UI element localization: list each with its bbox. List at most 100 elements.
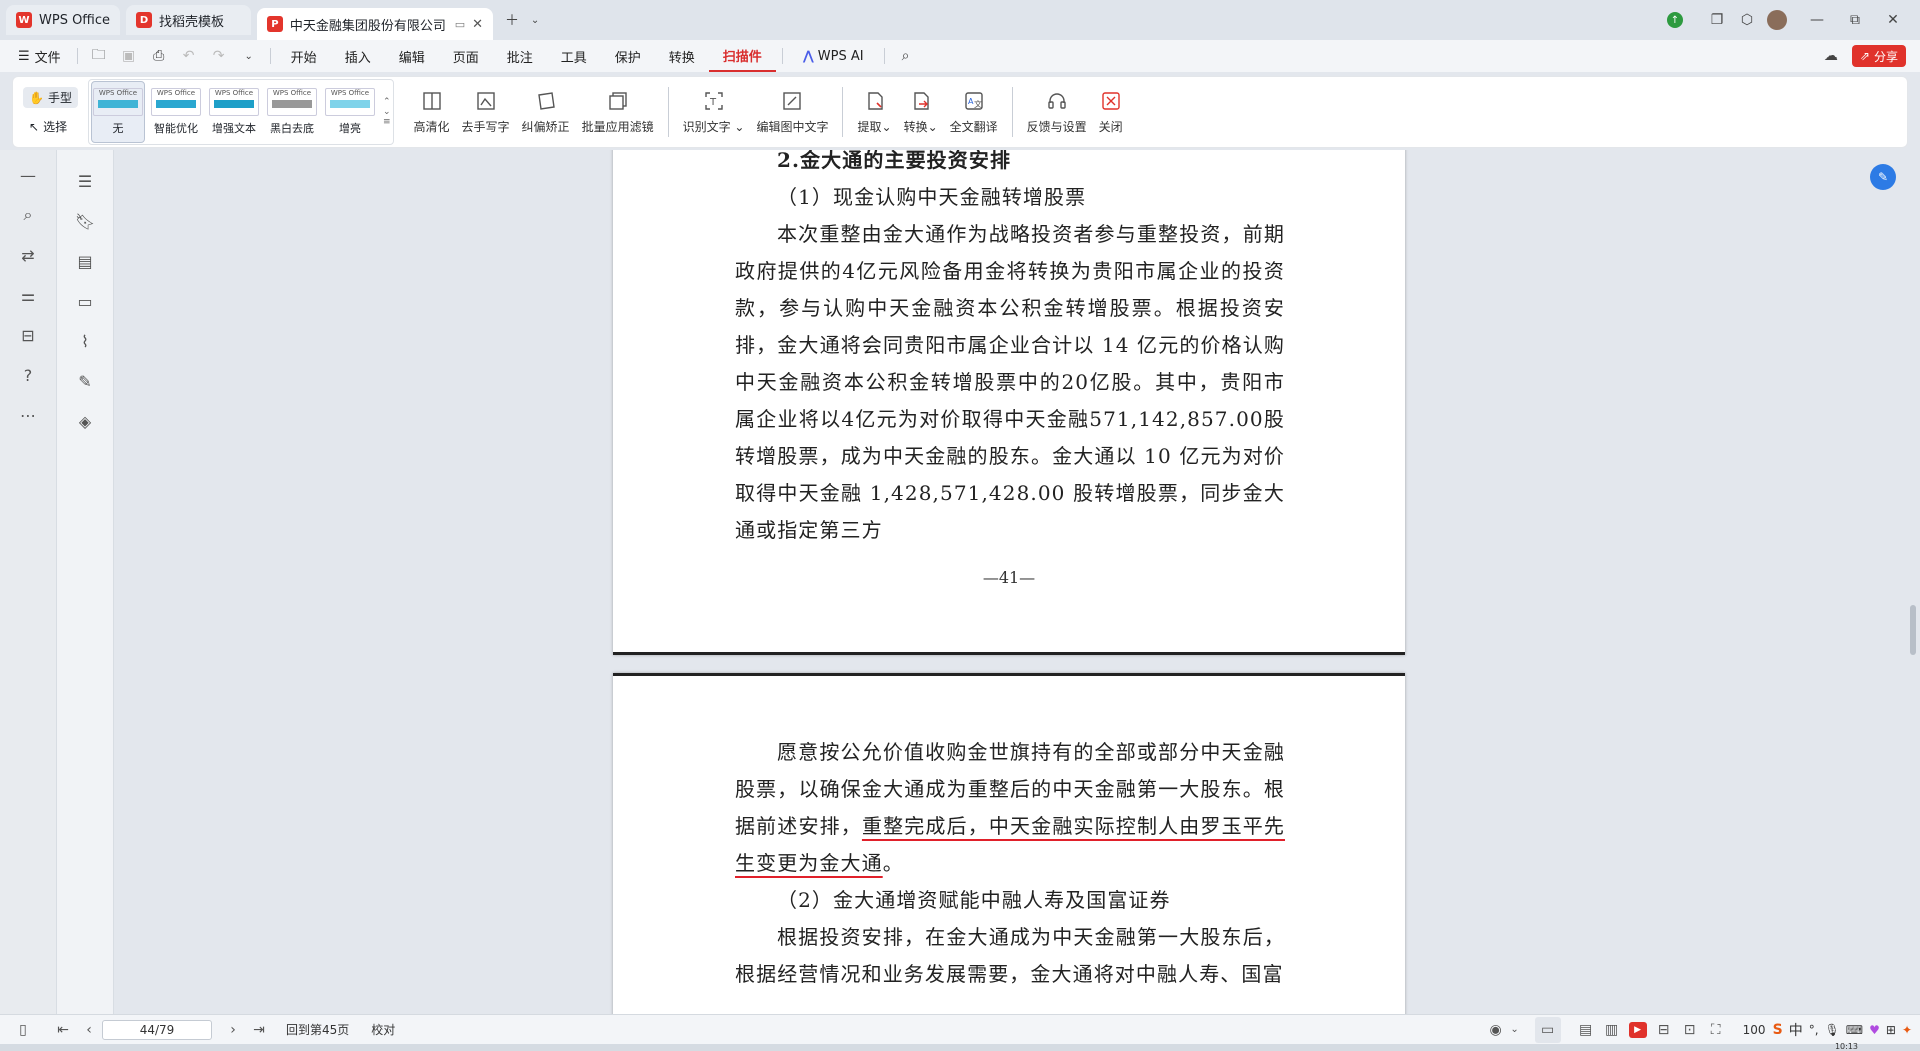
next-page-icon[interactable]: › (220, 1017, 246, 1043)
convert-button[interactable]: 转换⌄ (898, 81, 944, 143)
two-page-icon[interactable]: ▥ (1599, 1017, 1625, 1043)
menu-protect[interactable]: 保护 (601, 40, 655, 72)
grid-icon[interactable]: ⊞ (1886, 1023, 1896, 1037)
restore-icon[interactable]: ⧉ (1840, 5, 1870, 35)
open-icon[interactable]: 🗀 (84, 41, 114, 71)
feedback-button[interactable]: 反馈与设置 (1021, 81, 1093, 143)
ime-language[interactable]: 中 (1789, 1020, 1803, 1040)
sogou-ime-icon[interactable]: S (1773, 1022, 1783, 1038)
select-tool-button[interactable]: ↖ 选择 (23, 116, 78, 137)
ocr-button[interactable]: T 识别文字 ⌄ (677, 81, 751, 143)
last-page-icon[interactable]: ⇥ (246, 1017, 272, 1043)
fullscreen-icon[interactable]: ⛶ (1703, 1017, 1729, 1043)
fit-page-icon[interactable]: ⊡ (1677, 1017, 1703, 1043)
menu-page[interactable]: 页面 (439, 40, 493, 72)
hand-tool-button[interactable]: ✋ 手型 (23, 87, 78, 108)
read-icon[interactable]: ⊟ (17, 324, 39, 346)
cube-icon[interactable]: ⬡ (1732, 5, 1762, 35)
menu-wps-ai[interactable]: ⋀ WPS AI (789, 40, 878, 72)
hd-button[interactable]: 高清化 (408, 81, 456, 143)
punctuation-icon[interactable]: °, (1809, 1023, 1819, 1037)
translate-button[interactable]: A 文全文翻译 (944, 81, 1004, 143)
redo-icon[interactable]: ↷ (204, 41, 234, 71)
tab-wps-office[interactable]: W WPS Office (6, 5, 121, 35)
tools-icon[interactable]: ✦ (1902, 1023, 1912, 1037)
settings-slider-icon[interactable]: ⚌ (17, 284, 39, 306)
menu-edit[interactable]: 编辑 (385, 40, 439, 72)
cloud-upload-icon[interactable]: ☁ (1816, 41, 1846, 71)
vertical-scrollbar[interactable] (1910, 605, 1916, 655)
page-number-input[interactable]: 44/79 (102, 1019, 212, 1040)
proofread-button[interactable]: 校对 (371, 1021, 395, 1038)
filter-enhance-text[interactable]: WPS Office 增强文本 (207, 81, 261, 143)
document-area[interactable]: 2.金大通的主要投资安排 （1）现金认购中天金融转增股票 本次重整由金大通作为战… (115, 150, 1920, 1014)
avatar[interactable] (1762, 5, 1792, 35)
fit-width-icon[interactable]: ⊟ (1651, 1017, 1677, 1043)
search-icon[interactable]: ⌕ (891, 41, 921, 71)
extract-button[interactable]: 提取⌄ (851, 81, 897, 143)
file-menu[interactable]: ☰ 文件 (0, 40, 71, 72)
save-icon[interactable]: ▣ (114, 41, 144, 71)
skin-icon[interactable]: ♥ (1869, 1023, 1880, 1037)
first-page-icon[interactable]: ⇤ (50, 1017, 76, 1043)
chevron-down-icon[interactable]: ⌄ (527, 5, 543, 35)
outline-icon[interactable]: ☰ (74, 170, 96, 192)
print-icon[interactable]: ⎙ (144, 41, 174, 71)
new-tab-icon[interactable]: ＋ (497, 5, 527, 35)
chevron-down-icon[interactable]: ⌄ (234, 41, 264, 71)
expand-icon[interactable]: ≡ (383, 117, 391, 127)
comment-icon[interactable]: ▭ (74, 290, 96, 312)
minimize-icon[interactable]: — (1802, 5, 1832, 35)
filter-smart[interactable]: WPS Office 智能优化 (149, 81, 203, 143)
tab-document[interactable]: P 中天金融集团股份有限公司 ▭ ✕ (257, 8, 494, 40)
menu-start[interactable]: 开始 (277, 40, 331, 72)
deskew-button[interactable]: 纠偏矫正 (516, 81, 576, 143)
close-window-icon[interactable]: ✕ (1878, 5, 1908, 35)
share-button[interactable]: ⇗ 分享 (1851, 45, 1906, 67)
menu-annotate[interactable]: 批注 (493, 40, 547, 72)
search-icon[interactable]: ⌕ (17, 204, 39, 226)
help-icon[interactable]: ? (17, 364, 39, 386)
gallery-scroll[interactable]: ⌃ ⌄ ≡ (383, 97, 391, 127)
chevron-down-icon[interactable]: ⌄ (383, 107, 391, 117)
chevron-down-icon[interactable]: ⌄ (1509, 1017, 1521, 1043)
menu-insert[interactable]: 插入 (331, 40, 385, 72)
close-tab-icon[interactable]: ✕ (472, 17, 483, 32)
eye-icon[interactable]: ◉ (1483, 1017, 1509, 1043)
window-icon[interactable]: ❐ (1702, 5, 1732, 35)
close-scan-button[interactable]: 关闭 (1093, 81, 1129, 143)
play-icon[interactable]: ▶ (1625, 1017, 1651, 1043)
more-icon[interactable]: ⋯ (17, 404, 39, 426)
sidebar-toggle-icon[interactable]: ▯ (10, 1017, 36, 1043)
signature-icon[interactable]: ✎ (74, 370, 96, 392)
microphone-icon[interactable]: 🎙︎ (1825, 1023, 1840, 1037)
undo-icon[interactable]: ↶ (174, 41, 204, 71)
zoom-level[interactable]: 100 (1743, 1023, 1765, 1037)
edit-image-text-button[interactable]: 编辑图中文字 (750, 81, 834, 143)
thumbnail-icon[interactable]: ▤ (74, 250, 96, 272)
ai-assistant-icon[interactable]: ✎ (1870, 164, 1896, 190)
collapse-icon[interactable]: — (17, 164, 39, 186)
filter-brighten[interactable]: WPS Office 增亮 (323, 81, 377, 143)
replace-icon[interactable]: ⇄ (17, 244, 39, 266)
back-to-page-link[interactable]: 回到第45页 (286, 1021, 349, 1038)
chevron-up-icon[interactable]: ⌃ (383, 97, 391, 107)
attachment-icon[interactable]: ⌇ (74, 330, 96, 352)
remove-handwriting-button[interactable]: 去手写字 (456, 81, 516, 143)
filter-bw[interactable]: WPS Office 黑白去底 (265, 81, 319, 143)
upload-status-icon[interactable]: ↑ (1660, 5, 1690, 35)
deskew-label: 纠偏矫正 (521, 119, 570, 134)
single-page-icon[interactable]: ▭ (1534, 1016, 1561, 1043)
prev-page-icon[interactable]: ‹ (76, 1017, 102, 1043)
filter-none[interactable]: WPS Office 无 (90, 81, 145, 143)
tab-template[interactable]: D 找稻壳模板 (126, 5, 252, 35)
batch-filter-button[interactable]: 批量应用滤镜 (576, 81, 660, 143)
continuous-icon[interactable]: ▤ (1573, 1017, 1599, 1043)
menu-tools[interactable]: 工具 (547, 40, 601, 72)
menu-scan[interactable]: 扫描件 (708, 40, 776, 72)
screen-icon[interactable]: ▭ (455, 18, 465, 31)
keyboard-icon[interactable]: ⌨ (1846, 1023, 1863, 1037)
bookmark-icon[interactable]: 🔖︎ (74, 210, 96, 232)
menu-convert[interactable]: 转换 (655, 40, 709, 72)
layers-icon[interactable]: ◈ (74, 410, 96, 432)
